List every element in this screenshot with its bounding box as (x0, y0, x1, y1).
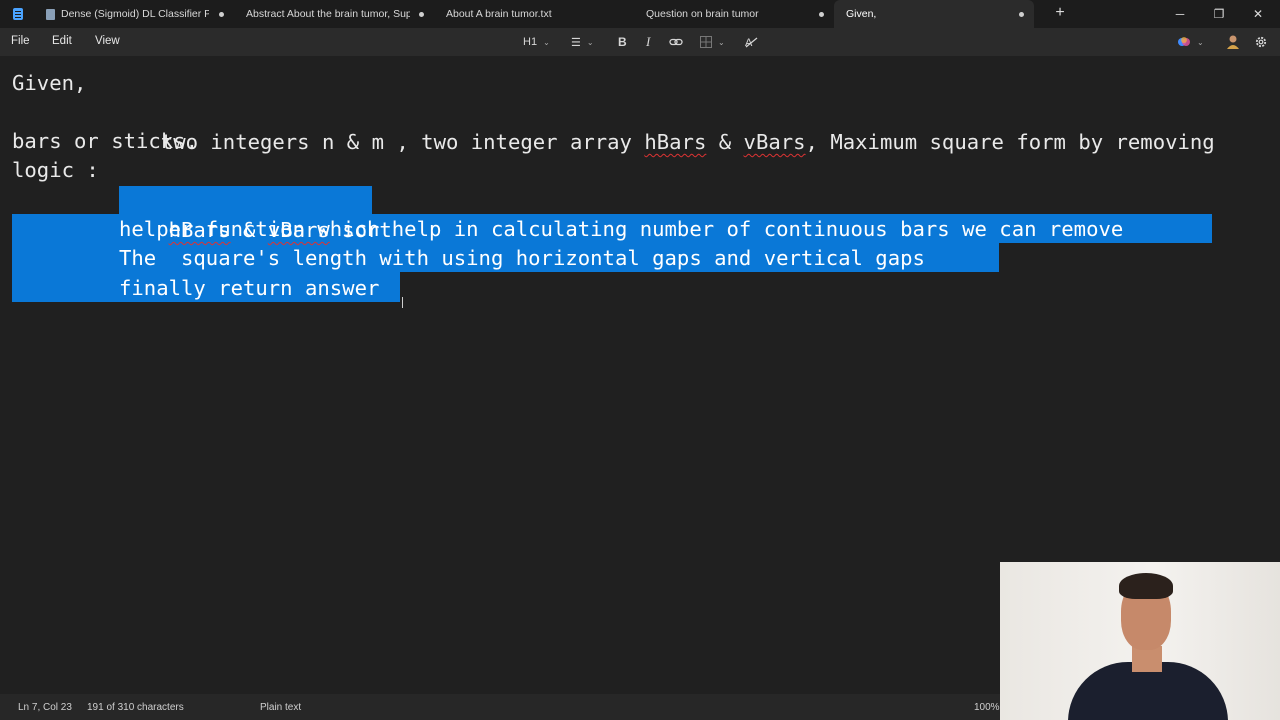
doc-line-7-selected: The square's length with using horizonta… (119, 246, 938, 270)
tab-dense-sigmoid[interactable]: Dense (Sigmoid) DL Classifier Pe (46, 0, 234, 28)
title-tab-bar: Dense (Sigmoid) DL Classifier Pe Abstrac… (0, 0, 1280, 28)
unsaved-dot-icon (419, 12, 424, 17)
maximize-button[interactable]: ❐ (1199, 0, 1239, 28)
presenter-hair (1119, 573, 1173, 599)
tab-label: Question on brain tumor (646, 8, 759, 20)
minimize-button[interactable]: ─ (1160, 0, 1200, 28)
menu-view[interactable]: View (95, 35, 120, 47)
chevron-down-icon: ⌄ (586, 37, 594, 47)
menu-toolbar: File Edit View H1 ⌄ ☰ ⌄ B I ⌄ A ⌄ (0, 28, 1280, 56)
settings-gear-icon[interactable] (1254, 33, 1268, 51)
tab-label: Abstract About the brain tumor, Sup (246, 8, 410, 20)
character-count: 191 of 310 characters (87, 702, 184, 713)
tab-label: About A brain tumor.txt (446, 8, 552, 20)
doc-line-4: logic : (12, 158, 99, 182)
clear-formatting-icon[interactable]: A (744, 33, 758, 51)
table-icon (700, 36, 712, 48)
file-format[interactable]: Plain text (260, 702, 301, 713)
new-tab-button[interactable]: + (1050, 4, 1070, 22)
zoom-level[interactable]: 100% (974, 702, 1000, 713)
unsaved-dot-icon (219, 12, 224, 17)
doc-line-1: Given, (12, 71, 87, 95)
doc-line-6-selected: helper function which help in calculatin… (119, 217, 1136, 241)
doc-line-8-selected: finally return answer (119, 276, 380, 300)
text-run: & (706, 130, 744, 154)
heading-dropdown[interactable]: H1 ⌄ (523, 33, 550, 51)
misspelled-word: hBars (644, 130, 707, 154)
doc-line-3: bars or sticks. (12, 129, 198, 153)
list-dropdown[interactable]: ☰ ⌄ (571, 33, 594, 51)
tab-label: Given, (846, 8, 877, 20)
tab-abstract-brain-tumor[interactable]: Abstract About the brain tumor, Sup (246, 0, 434, 28)
text-cursor (402, 297, 403, 308)
tab-given[interactable]: Given, (834, 0, 1034, 28)
chevron-down-icon: ⌄ (543, 37, 550, 47)
document-icon (46, 8, 55, 20)
menu-edit[interactable]: Edit (52, 35, 72, 47)
misspelled-word: vBars (743, 130, 806, 154)
tab-about-brain-tumor[interactable]: About A brain tumor.txt (446, 0, 634, 28)
tab-question-brain-tumor[interactable]: Question on brain tumor (646, 0, 834, 28)
link-icon[interactable] (669, 33, 683, 51)
cursor-position[interactable]: Ln 7, Col 23 (18, 702, 72, 713)
account-avatar[interactable] (1225, 33, 1241, 51)
close-button[interactable]: ✕ (1238, 0, 1278, 28)
bold-button[interactable]: B (618, 33, 627, 51)
chevron-down-icon: ⌄ (718, 37, 725, 47)
chevron-down-icon: ⌄ (1197, 37, 1204, 47)
webcam-overlay (1000, 562, 1280, 720)
menu-file[interactable]: File (11, 35, 30, 47)
italic-button[interactable]: I (646, 33, 650, 51)
text-run: , Maximum square form by removing (805, 130, 1215, 154)
unsaved-dot-icon (819, 12, 824, 17)
doc-line-5-selected: hBars & vBars sort (119, 185, 404, 242)
unsaved-dot-icon (1019, 12, 1024, 17)
copilot-icon[interactable]: ⌄ (1177, 33, 1204, 51)
heading-label: H1 (523, 36, 538, 48)
list-icon: ☰ (571, 36, 581, 49)
tab-label: Dense (Sigmoid) DL Classifier Pe (61, 8, 209, 20)
doc-line-2: two integers n & m , two integer array h… (12, 97, 1215, 154)
notepad-app-icon (0, 0, 36, 28)
table-dropdown[interactable]: ⌄ (700, 33, 725, 51)
